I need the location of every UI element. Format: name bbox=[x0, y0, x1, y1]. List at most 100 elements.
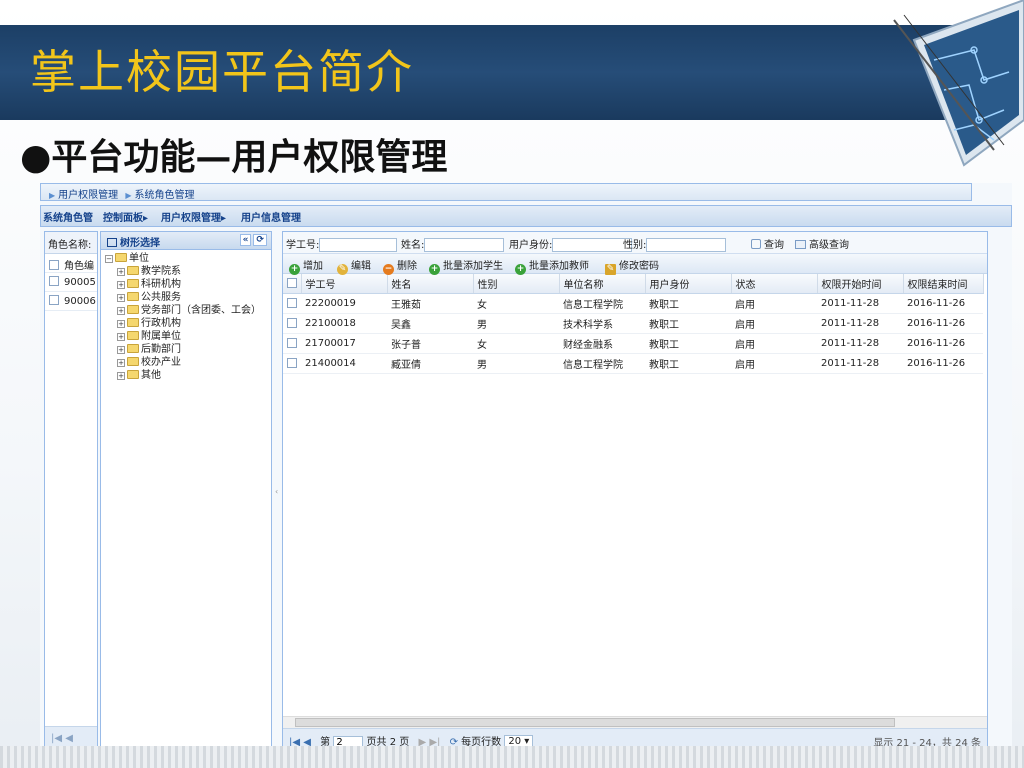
minus-icon: − bbox=[383, 264, 394, 275]
search-icon bbox=[751, 239, 761, 249]
tab-control-panel[interactable]: 控制面板▸ bbox=[103, 209, 148, 224]
table-row[interactable]: 21700017 张子普女财经金融系 教职工 启用 2011-11-28 2016-11-… bbox=[283, 333, 983, 354]
table-cell: 启用 bbox=[731, 353, 817, 374]
column-header[interactable]: 单位名称 bbox=[559, 274, 646, 294]
expand-node-icon[interactable]: + bbox=[117, 294, 125, 302]
batch-add-students-button[interactable]: + 批量添加学生 bbox=[429, 257, 503, 275]
role-select[interactable] bbox=[552, 238, 633, 252]
row-checkbox[interactable] bbox=[287, 317, 297, 328]
query-button[interactable]: 查询 bbox=[764, 240, 784, 251]
table-body: 22200019 王雅茹女信息工程学院 教职工 启用 2011-11-28 2016-11… bbox=[283, 293, 983, 374]
tree-node[interactable]: + 后勤部门 bbox=[117, 343, 267, 356]
table-cell: 2011-11-28 bbox=[817, 333, 903, 354]
arrow-right-icon: ▶ bbox=[49, 191, 56, 200]
table-cell: 22200019 bbox=[301, 293, 387, 314]
folder-icon bbox=[127, 370, 139, 379]
advanced-query-button[interactable]: 高级查询 bbox=[809, 240, 849, 251]
table-row[interactable]: 22100018 吴鑫男技术科学系 教职工 启用 2011-11-28 2016-11-2… bbox=[283, 313, 983, 334]
column-header[interactable]: 权限开始时间 bbox=[817, 274, 904, 294]
folder-icon bbox=[127, 266, 139, 275]
role-name-label: 角色名称: bbox=[45, 232, 97, 254]
table-cell: 2016-11-26 bbox=[903, 333, 983, 354]
expand-node-icon[interactable]: + bbox=[117, 333, 125, 341]
tab-user-permission[interactable]: 用户权限管理▸ bbox=[161, 209, 226, 224]
delete-button[interactable]: − 删除 bbox=[383, 257, 417, 275]
tree-node[interactable]: + 公共服务 bbox=[117, 291, 267, 304]
user-table: 学工号 姓名 性别 单位名称 用户身份 状态 权限开始时间 权限结束时间 22200019 王雅… bbox=[283, 274, 984, 374]
tree-node[interactable]: + 校办产业 bbox=[117, 356, 267, 369]
role-grid-header: 角色编 bbox=[45, 254, 97, 273]
tree-icon bbox=[107, 238, 117, 247]
collapse-icon[interactable]: « bbox=[239, 234, 252, 246]
tab-user-info[interactable]: 用户信息管理 bbox=[241, 209, 301, 224]
tree-node-root[interactable]: − 单位 bbox=[105, 252, 267, 265]
edit-icon: ✎ bbox=[337, 264, 348, 275]
gender-select[interactable] bbox=[646, 238, 727, 252]
select-all-checkbox[interactable] bbox=[287, 277, 297, 288]
table-row[interactable]: 22200019 王雅茹女信息工程学院 教职工 启用 2011-11-28 2016-11… bbox=[283, 293, 983, 314]
table-cell: 张子普 bbox=[387, 333, 473, 354]
name-input[interactable] bbox=[424, 238, 505, 252]
gender-label: 性别: bbox=[623, 240, 647, 251]
edit-button[interactable]: ✎ 编辑 bbox=[337, 257, 371, 275]
expand-node-icon[interactable]: + bbox=[117, 268, 125, 276]
breadcrumb-item[interactable]: 系统角色管理 bbox=[135, 190, 195, 201]
column-header[interactable]: 姓名 bbox=[387, 274, 474, 294]
prev-page-icon[interactable]: ◀ bbox=[65, 733, 73, 744]
table-cell: 2016-11-26 bbox=[903, 293, 983, 314]
refresh-icon[interactable]: ⟳ bbox=[253, 234, 267, 246]
list-item[interactable]: 90005 bbox=[45, 273, 97, 292]
tree-node[interactable]: + 其他 bbox=[117, 369, 267, 382]
expand-node-icon[interactable]: + bbox=[117, 372, 125, 380]
table-cell: 教职工 bbox=[645, 313, 731, 334]
tree-node[interactable]: + 教学院系 bbox=[117, 265, 267, 278]
bottom-decoration bbox=[0, 746, 1024, 768]
tree-node[interactable]: + 科研机构 bbox=[117, 278, 267, 291]
column-header[interactable]: 性别 bbox=[473, 274, 560, 294]
batch-add-teachers-button[interactable]: + 批量添加教师 bbox=[515, 257, 589, 275]
expand-node-icon[interactable]: + bbox=[117, 346, 125, 354]
column-header[interactable]: 用户身份 bbox=[645, 274, 732, 294]
expand-node-icon[interactable]: + bbox=[117, 320, 125, 328]
tree-node[interactable]: + 党务部门（含团委、工会） bbox=[117, 304, 267, 317]
checkbox[interactable] bbox=[49, 295, 59, 305]
column-header[interactable]: 学工号 bbox=[301, 274, 388, 294]
expand-node-icon[interactable]: + bbox=[117, 307, 125, 315]
tab-system-role[interactable]: 系统角色管 bbox=[43, 209, 93, 224]
list-item[interactable]: 90006 bbox=[45, 292, 97, 311]
row-checkbox[interactable] bbox=[287, 337, 297, 348]
folder-icon bbox=[127, 318, 139, 327]
row-checkbox[interactable] bbox=[287, 357, 297, 368]
slide: 掌上校园平台简介 ●平台功能—用户权限管理 ▶ 用户权限管理 ▶ 系统角色管理 系统… bbox=[0, 0, 1024, 768]
collapse-node-icon[interactable]: − bbox=[105, 255, 113, 263]
tree-node[interactable]: + 附属单位 bbox=[117, 330, 267, 343]
first-page-icon[interactable]: |◀ bbox=[51, 733, 62, 744]
splitter-handle[interactable]: ‹ bbox=[274, 231, 280, 753]
folder-icon bbox=[127, 331, 139, 340]
row-checkbox[interactable] bbox=[287, 297, 297, 308]
column-header[interactable]: 权限结束时间 bbox=[903, 274, 984, 294]
table-cell: 启用 bbox=[731, 333, 817, 354]
table-row[interactable]: 21400014 臧亚倩男信息工程学院 教职工 启用 2011-11-28 2016-11… bbox=[283, 353, 983, 374]
column-header[interactable]: 状态 bbox=[731, 274, 818, 294]
role-grid: 角色名称: 角色编 90005 90006 |◀ ◀ bbox=[44, 231, 98, 753]
table-cell: 技术科学系 bbox=[559, 313, 645, 334]
expand-node-icon[interactable]: + bbox=[117, 359, 125, 367]
table-cell: 信息工程学院 bbox=[559, 293, 645, 314]
table-cell: 教职工 bbox=[645, 353, 731, 374]
breadcrumb: ▶ 用户权限管理 ▶ 系统角色管理 bbox=[40, 183, 972, 201]
id-input[interactable] bbox=[319, 238, 398, 252]
breadcrumb-item[interactable]: 用户权限管理 bbox=[58, 190, 118, 201]
tree-node[interactable]: + 行政机构 bbox=[117, 317, 267, 330]
change-password-button[interactable]: ✎ 修改密码 bbox=[605, 257, 659, 275]
checkbox[interactable] bbox=[49, 276, 59, 286]
table-cell: 财经金融系 bbox=[559, 333, 645, 354]
checkbox[interactable] bbox=[49, 260, 59, 270]
table-cell: 王雅茹 bbox=[387, 293, 473, 314]
add-button[interactable]: + 增加 bbox=[289, 257, 323, 275]
folder-icon bbox=[127, 344, 139, 353]
note-icon: ✎ bbox=[605, 264, 616, 275]
horizontal-scrollbar[interactable] bbox=[283, 716, 987, 728]
expand-node-icon[interactable]: + bbox=[117, 281, 125, 289]
scrollbar-thumb[interactable] bbox=[295, 718, 895, 727]
